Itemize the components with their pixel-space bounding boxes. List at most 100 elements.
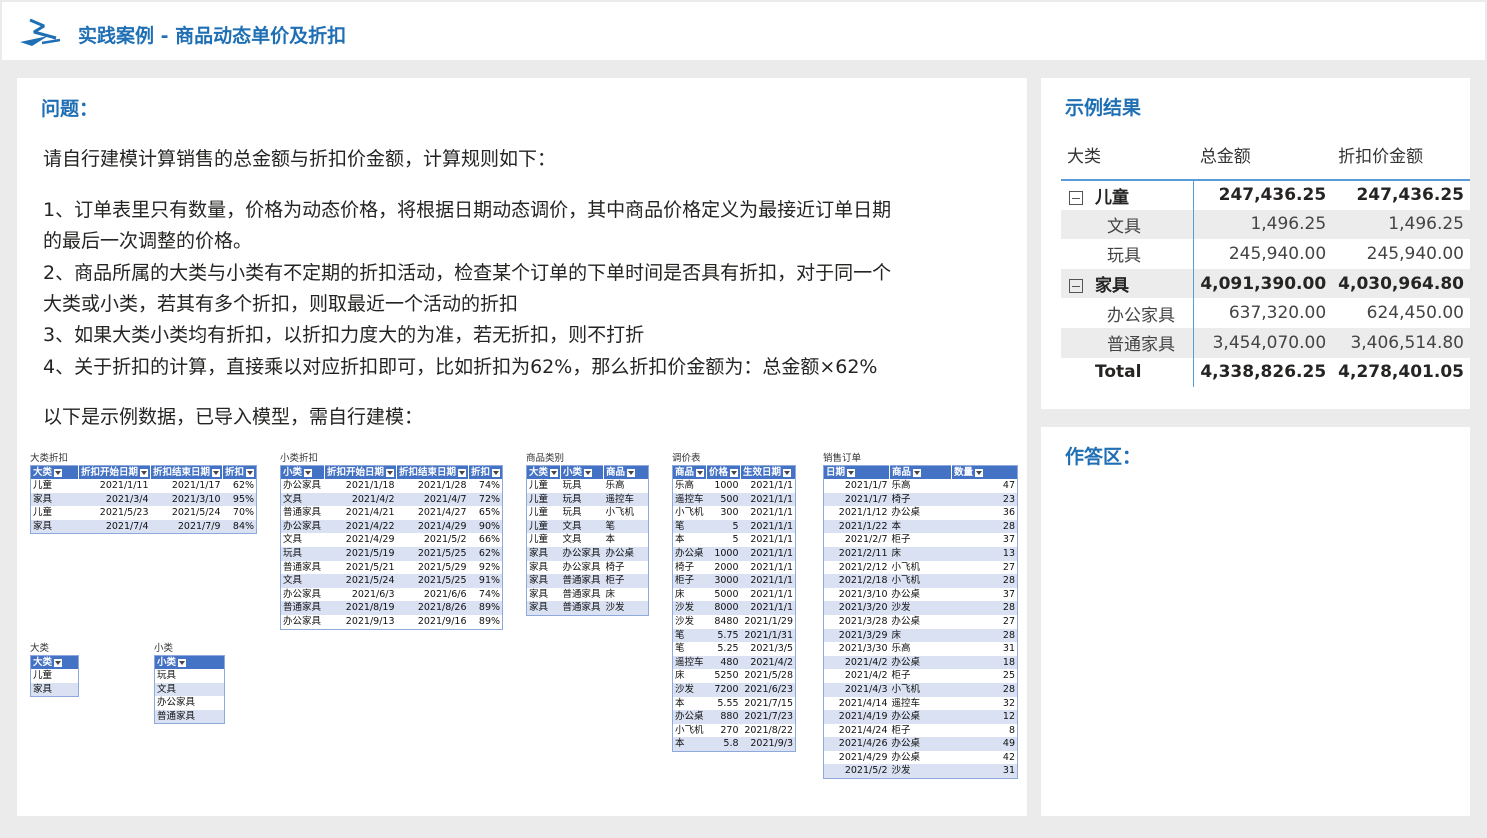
matrix-row-label[interactable]: 儿童 — [1061, 180, 1195, 210]
table-cell[interactable]: 2021/1/7 — [823, 492, 890, 507]
table-cell[interactable]: 柜子 — [889, 669, 952, 683]
filter-dropdown-icon[interactable] — [304, 468, 313, 477]
table-cell[interactable]: 2021/1/12 — [823, 506, 890, 520]
table-cell[interactable]: 72% — [468, 492, 503, 507]
table-cell[interactable]: 500 — [706, 492, 741, 507]
table-cell[interactable]: 2021/5/24 — [150, 506, 223, 520]
table-cell[interactable]: 2021/6/23 — [740, 682, 796, 697]
table-cell[interactable]: 2021/1/11 — [78, 479, 151, 493]
table-cell[interactable]: 儿童 — [526, 492, 561, 507]
table-cell[interactable]: 沙发 — [672, 682, 707, 697]
table-cell[interactable]: 办公桌 — [889, 506, 952, 520]
filter-dropdown-icon[interactable] — [246, 468, 255, 477]
filter-dropdown-icon[interactable] — [458, 468, 467, 477]
table-cell[interactable]: 13 — [951, 546, 1018, 561]
table-cell[interactable]: 2021/5/24 — [324, 574, 397, 588]
table-cell[interactable]: 办公桌 — [889, 710, 952, 724]
table-cell[interactable]: 2021/2/12 — [823, 560, 890, 575]
table-cell[interactable]: 2021/4/2 — [823, 669, 890, 683]
filter-dropdown-icon[interactable] — [913, 468, 922, 477]
table-cell[interactable]: 床 — [889, 628, 952, 643]
table-cell[interactable]: 2021/3/20 — [823, 601, 890, 615]
collapse-minus-icon[interactable] — [1069, 279, 1083, 294]
table-cell[interactable]: 普通家具 — [280, 560, 325, 575]
table-cell[interactable]: 沙发 — [889, 764, 952, 779]
column-header-category[interactable]: 大类 — [1061, 130, 1194, 181]
table-cell[interactable]: 31 — [951, 642, 1018, 656]
table-cell[interactable]: 2021/3/10 — [823, 587, 890, 602]
table-cell[interactable]: 2021/1/28 — [396, 479, 469, 493]
table-cell[interactable]: 2021/5/23 — [78, 506, 151, 520]
table-cell[interactable]: 办公家具 — [280, 587, 325, 602]
table-cell[interactable]: 2021/1/22 — [823, 519, 890, 534]
table-cell[interactable]: 27 — [951, 560, 1018, 575]
table-cell[interactable]: 玩具 — [154, 669, 225, 683]
table-cell[interactable]: 遥控车 — [672, 492, 707, 507]
table-cell[interactable]: 小飞机 — [889, 560, 952, 575]
table-cell[interactable]: 2021/1/1 — [740, 479, 796, 493]
table-cell[interactable]: 儿童 — [30, 669, 79, 683]
table-cell[interactable]: 床 — [889, 546, 952, 561]
table-cell[interactable]: 文具 — [280, 574, 325, 588]
table-cell[interactable]: 普通家具 — [280, 506, 325, 520]
table-cell[interactable]: 32 — [951, 696, 1018, 711]
table-cell[interactable]: 2021/4/29 — [324, 533, 397, 547]
table-cell[interactable]: 普通家具 — [560, 574, 604, 588]
table-cell[interactable]: 办公桌 — [672, 546, 707, 561]
table-cell[interactable]: 37 — [951, 587, 1018, 602]
table-cell[interactable]: 2021/5/2 — [396, 533, 469, 547]
table-cell[interactable]: 2021/3/28 — [823, 614, 890, 629]
table-cell[interactable]: 5000 — [706, 587, 741, 602]
filter-dropdown-icon[interactable] — [212, 468, 221, 477]
table-cell[interactable]: 本 — [603, 533, 649, 547]
table-cell[interactable]: 2021/9/13 — [324, 614, 397, 630]
filter-dropdown-icon[interactable] — [847, 468, 856, 477]
table-cell[interactable]: 柜子 — [889, 723, 952, 738]
table-cell[interactable]: 2021/3/10 — [150, 492, 223, 507]
filter-dropdown-icon[interactable] — [178, 658, 187, 667]
table-cell[interactable]: 儿童 — [526, 519, 561, 534]
table-cell[interactable]: 2021/2/11 — [823, 546, 890, 561]
table-cell[interactable]: 普通家具 — [560, 587, 604, 602]
table-header-cell[interactable]: 小类 — [280, 465, 325, 479]
table-cell[interactable]: 2021/1/18 — [324, 479, 397, 493]
table-cell[interactable]: 办公家具 — [280, 519, 325, 534]
table-cell[interactable]: 92% — [468, 560, 503, 575]
table-cell[interactable]: 小飞机 — [889, 574, 952, 588]
table-cell[interactable]: 47 — [951, 479, 1018, 493]
filter-dropdown-icon[interactable] — [54, 468, 63, 477]
table-cell[interactable]: 文具 — [154, 682, 225, 697]
table-cell[interactable]: 家具 — [30, 682, 79, 697]
table-cell[interactable]: 2021/1/29 — [740, 614, 796, 629]
column-header-total[interactable]: 总金额 — [1193, 130, 1333, 181]
table-cell[interactable]: 2021/1/31 — [740, 628, 796, 643]
table-cell[interactable]: 8 — [951, 723, 1018, 738]
table-cell[interactable]: 小飞机 — [672, 723, 707, 738]
table-cell[interactable]: 2021/4/26 — [823, 737, 890, 751]
table-cell[interactable]: 沙发 — [603, 601, 649, 616]
table-cell[interactable]: 2021/8/22 — [740, 723, 796, 738]
table-cell[interactable]: 办公家具 — [154, 696, 225, 710]
table-cell[interactable]: 2021/5/29 — [396, 560, 469, 575]
table-cell[interactable]: 乐高 — [889, 642, 952, 656]
table-cell[interactable]: 家具 — [30, 519, 79, 534]
filter-dropdown-icon[interactable] — [730, 468, 739, 477]
table-cell[interactable]: 70% — [222, 506, 257, 520]
table-cell[interactable]: 8000 — [706, 601, 741, 615]
table-cell[interactable]: 床 — [672, 669, 707, 683]
table-cell[interactable]: 儿童 — [526, 479, 561, 493]
table-cell[interactable]: 办公桌 — [889, 737, 952, 751]
table-cell[interactable]: 62% — [222, 479, 257, 493]
table-cell[interactable]: 2021/2/7 — [823, 533, 890, 547]
table-cell[interactable]: 柜子 — [603, 574, 649, 588]
table-cell[interactable]: 2021/6/6 — [396, 587, 469, 602]
table-cell[interactable]: 5250 — [706, 669, 741, 683]
table-cell[interactable]: 2000 — [706, 560, 741, 575]
table-cell[interactable]: 儿童 — [526, 533, 561, 547]
table-cell[interactable]: 880 — [706, 710, 741, 724]
table-cell[interactable]: 玩具 — [280, 546, 325, 561]
table-cell[interactable]: 小飞机 — [672, 506, 707, 520]
table-cell[interactable]: 36 — [951, 506, 1018, 520]
table-header-cell[interactable]: 商品 — [603, 465, 649, 479]
table-cell[interactable]: 办公桌 — [889, 587, 952, 602]
